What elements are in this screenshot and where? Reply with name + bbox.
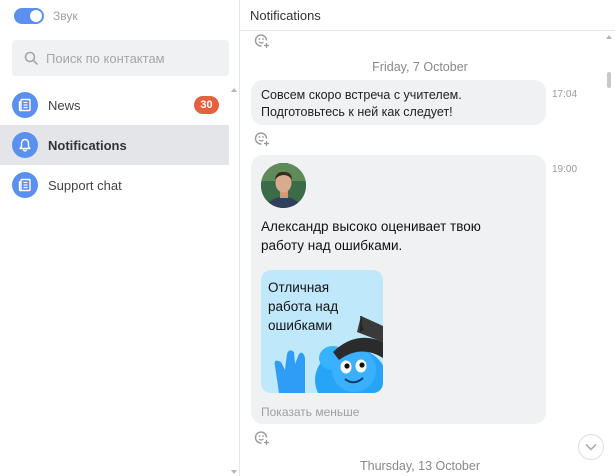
- unread-badge: 30: [194, 96, 219, 114]
- message-time: 17:04: [552, 89, 578, 100]
- newspaper-icon: [12, 92, 38, 118]
- search-box[interactable]: [12, 40, 229, 76]
- bell-icon: [12, 132, 38, 158]
- search-icon: [24, 51, 38, 65]
- chevron-down-icon: [585, 443, 597, 451]
- toggle-knob: [30, 10, 42, 22]
- sound-toggle[interactable]: [14, 8, 44, 24]
- card-line: ошибками: [268, 318, 333, 333]
- chat-header: Notifications: [240, 0, 615, 31]
- contact-label: News: [48, 97, 81, 113]
- sidebar: Звук News 30 Notifications Support chat: [0, 0, 240, 476]
- sound-label: Звук: [53, 9, 78, 23]
- sound-setting: Звук: [14, 6, 78, 26]
- scroll-down-arrow-icon[interactable]: [231, 470, 237, 474]
- newspaper-icon: [12, 172, 38, 198]
- contact-item-notifications[interactable]: Notifications: [0, 125, 229, 165]
- chat-title: Notifications: [250, 7, 321, 23]
- achievement-card-text: Отличная работа над ошибками: [268, 278, 378, 335]
- show-less-link[interactable]: Показать меньше: [261, 405, 359, 419]
- add-reaction-icon[interactable]: [254, 430, 270, 446]
- card-line: Отличная: [268, 280, 330, 295]
- chat-scrollbar[interactable]: [603, 31, 615, 476]
- date-separator: Friday, 7 October: [372, 60, 468, 74]
- date-separator: Thursday, 13 October: [360, 459, 480, 473]
- message-time: 19:00: [552, 164, 578, 175]
- contact-label: Notifications: [48, 137, 127, 153]
- message-text-line: работу над ошибками.: [261, 238, 403, 253]
- contact-item-news[interactable]: News 30: [0, 85, 229, 125]
- contact-label: Support chat: [48, 177, 122, 193]
- sidebar-scrollbar[interactable]: [229, 85, 239, 476]
- achievement-card[interactable]: Отличная работа над ошибками: [261, 270, 383, 393]
- scroll-up-arrow-icon[interactable]: [231, 88, 237, 92]
- scroll-up-arrow-icon[interactable]: [606, 35, 612, 39]
- message-text: Александр высоко оценивает твою работу н…: [261, 217, 531, 255]
- message-text: Подготовьтесь к ней как следует!: [261, 105, 453, 119]
- message-bubble: Совсем скоро встреча с учителем. Подгото…: [251, 80, 546, 125]
- scroll-to-bottom-button[interactable]: [578, 434, 604, 460]
- contact-list: News 30 Notifications Support chat: [0, 85, 229, 205]
- card-line: работа над: [268, 299, 339, 314]
- chat-panel: Notifications Friday, 7 October Совсем с…: [240, 0, 615, 476]
- message-text-line: Александр высоко оценивает твою: [261, 219, 481, 234]
- message-text: Совсем скоро встреча с учителем.: [261, 88, 462, 102]
- user-avatar[interactable]: [261, 163, 306, 208]
- add-reaction-icon[interactable]: [254, 131, 270, 147]
- message-bubble: Александр высоко оценивает твою работу н…: [251, 155, 546, 424]
- add-reaction-icon[interactable]: [254, 33, 270, 49]
- contact-item-support-chat[interactable]: Support chat: [0, 165, 229, 205]
- scrollbar-thumb[interactable]: [607, 72, 611, 88]
- search-input[interactable]: [46, 50, 216, 66]
